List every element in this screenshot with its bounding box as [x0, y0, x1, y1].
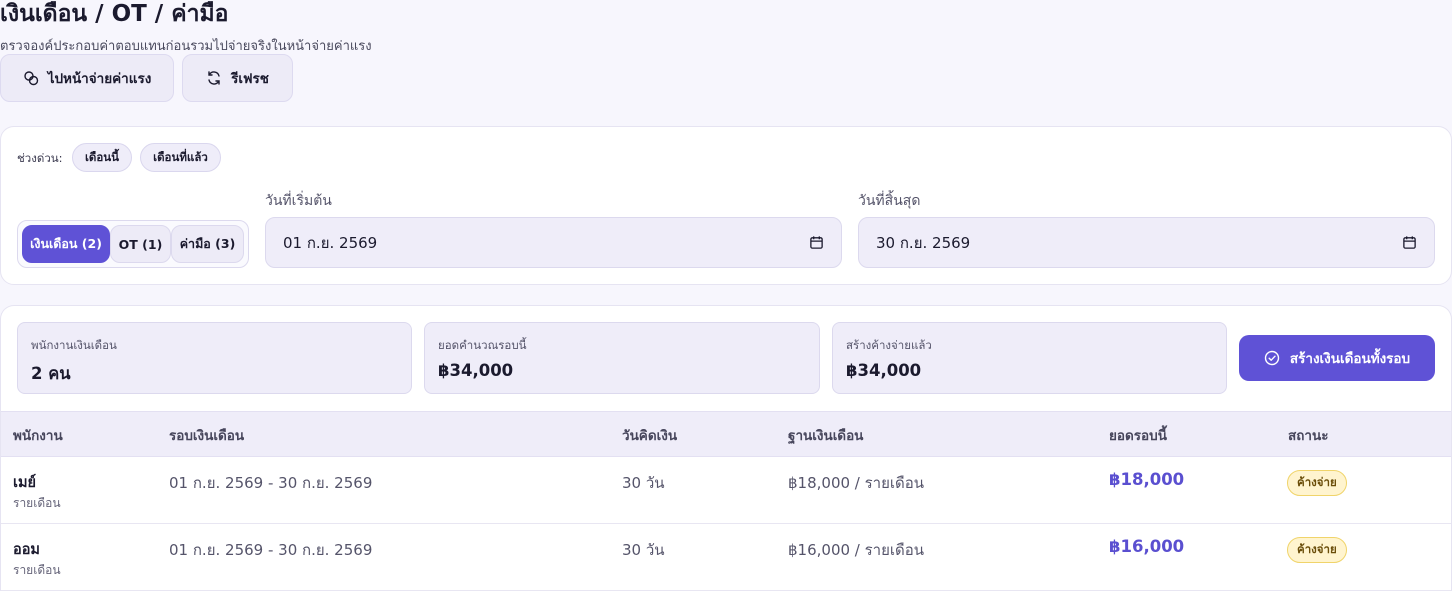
stat-value: 2 คน — [31, 364, 71, 383]
end-date-value: 30 ก.ย. 2569 — [876, 233, 971, 252]
stat-value: ฿34,000 — [846, 361, 922, 380]
row-divider — [1, 523, 1451, 524]
paid-days: 30 วัน — [622, 541, 665, 559]
start-date-label: วันที่เริ่มต้น — [265, 193, 332, 209]
employee-name[interactable]: ออม — [13, 538, 40, 561]
employee-type: รายเดือน — [13, 563, 61, 577]
page-title: เงินเดือน / OT / ค่ามือ — [0, 1, 229, 27]
column-period[interactable]: รอบเงินเดือน — [169, 424, 244, 446]
create-salary-round-label: สร้างเงินเดือนทั้งรอบ — [1289, 351, 1411, 367]
last-month-chip[interactable]: เดือนที่แล้ว — [140, 143, 221, 172]
calendar-icon[interactable] — [1402, 235, 1417, 250]
end-date-label: วันที่สิ้นสุด — [858, 193, 921, 209]
base-salary: ฿18,000 / รายเดือน — [788, 474, 925, 492]
this-month-chip[interactable]: เดือนนี้ — [72, 143, 132, 172]
paid-days: 30 วัน — [622, 474, 665, 492]
stat-created-payable: สร้างค้างจ่ายแล้ว ฿34,000 — [832, 322, 1227, 394]
tab-ot[interactable]: OT (1) — [110, 225, 171, 263]
stat-value: ฿34,000 — [438, 361, 514, 380]
end-date-input[interactable]: 30 ก.ย. 2569 — [858, 217, 1435, 268]
status-badge: ค้างจ่าย — [1287, 470, 1347, 496]
stat-label: พนักงานเงินเดือน — [31, 338, 117, 352]
column-amount[interactable]: ยอดรอบนี้ — [1109, 424, 1167, 446]
column-status[interactable]: สถานะ — [1288, 424, 1328, 446]
column-base-salary[interactable]: ฐานเงินเดือน — [788, 424, 863, 446]
go-to-payroll-button[interactable]: ไปหน้าจ่ายค่าแรง — [0, 54, 174, 102]
coins-icon — [23, 71, 38, 86]
create-salary-round-button[interactable]: สร้างเงินเดือนทั้งรอบ — [1239, 335, 1435, 381]
refresh-label: รีเฟรช — [231, 71, 269, 87]
salary-page: เงินเดือน / OT / ค่ามือ ตรวจองค์ประกอบค่… — [0, 0, 1452, 591]
status-badge: ค้างจ่าย — [1287, 537, 1347, 563]
go-to-payroll-label: ไปหน้าจ่ายค่าแรง — [47, 71, 152, 87]
round-amount: ฿18,000 — [1109, 470, 1185, 489]
refresh-icon — [208, 71, 220, 85]
quick-range-label: ช่วงด่วน: — [17, 151, 63, 165]
base-salary: ฿16,000 / รายเดือน — [788, 541, 925, 559]
salary-period: 01 ก.ย. 2569 - 30 ก.ย. 2569 — [169, 541, 373, 559]
tab-salary[interactable]: เงินเดือน (2) — [22, 225, 110, 263]
start-date-value: 01 ก.ย. 2569 — [283, 233, 378, 252]
check-circle-icon — [1264, 350, 1280, 366]
stat-calculated-total: ยอดคำนวณรอบนี้ ฿34,000 — [424, 322, 820, 394]
stat-label: ยอดคำนวณรอบนี้ — [438, 338, 527, 352]
employee-type: รายเดือน — [13, 496, 61, 510]
column-days[interactable]: วันคิดเงิน — [622, 424, 677, 446]
tab-commission[interactable]: ค่ามือ (3) — [171, 225, 244, 263]
refresh-button[interactable]: รีเฟรช — [182, 54, 293, 102]
start-date-input[interactable]: 01 ก.ย. 2569 — [265, 217, 842, 268]
column-employee[interactable]: พนักงาน — [13, 424, 63, 446]
round-amount: ฿16,000 — [1109, 537, 1185, 556]
stat-label: สร้างค้างจ่ายแล้ว — [846, 338, 932, 352]
calendar-icon[interactable] — [809, 235, 824, 250]
page-subtitle: ตรวจองค์ประกอบค่าตอบแทนก่อนรวมไปจ่ายจริง… — [0, 39, 372, 54]
salary-period: 01 ก.ย. 2569 - 30 ก.ย. 2569 — [169, 474, 373, 492]
employee-name[interactable]: เมย์ — [13, 471, 36, 494]
stat-salary-employees: พนักงานเงินเดือน 2 คน — [17, 322, 412, 394]
